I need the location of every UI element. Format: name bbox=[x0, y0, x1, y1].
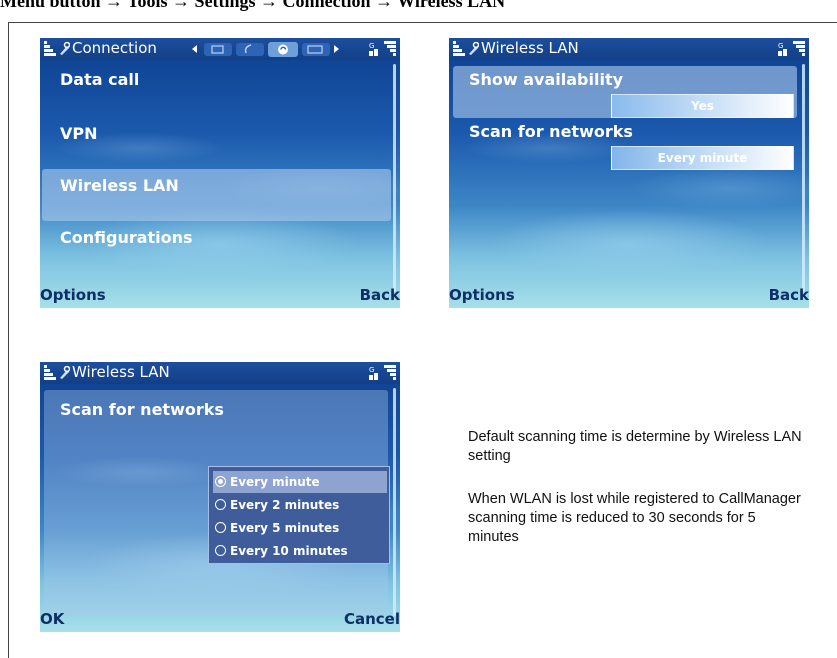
menu-item-wireless-lan[interactable]: Wireless LAN bbox=[60, 176, 179, 195]
scan-for-networks-screen: Wireless LAN G Scan for networks Every m… bbox=[40, 362, 400, 632]
menu-item-data-call[interactable]: Data call bbox=[60, 70, 139, 89]
svg-text:G: G bbox=[369, 42, 374, 50]
setting-label-show-availability[interactable]: Show availability bbox=[469, 70, 623, 89]
radio-unselected-icon bbox=[215, 522, 226, 533]
note-default-scanning: Default scanning time is determine by Wi… bbox=[468, 429, 802, 464]
screen-title: Wireless LAN bbox=[72, 363, 170, 381]
scan-interval-options-list: Every minute Every 2 minutes Every 5 min… bbox=[208, 466, 390, 564]
wireless-lan-settings-screen: Wireless LAN G Show availability Yes Sca… bbox=[449, 38, 809, 308]
title-bar: Connection G bbox=[40, 38, 400, 60]
title-bar: Wireless LAN G bbox=[40, 362, 400, 384]
battery-icon bbox=[384, 41, 396, 56]
setting-value-scan-for-networks[interactable]: Every minute bbox=[611, 146, 794, 170]
network-indicator-icon: G bbox=[369, 42, 378, 56]
radio-selected-icon bbox=[215, 476, 226, 487]
option-every-minute[interactable]: Every minute bbox=[213, 471, 387, 493]
settings-tools-icon bbox=[60, 366, 70, 379]
title-bar: Wireless LAN G bbox=[449, 38, 809, 60]
right-softkey-cancel[interactable]: Cancel bbox=[344, 610, 400, 632]
option-every-10-minutes[interactable]: Every 10 minutes bbox=[213, 540, 387, 562]
settings-tools-icon bbox=[60, 42, 70, 55]
setting-label-scan-for-networks: Scan for networks bbox=[60, 400, 224, 419]
menu-item-vpn[interactable]: VPN bbox=[60, 124, 98, 143]
scrollbar[interactable] bbox=[802, 64, 805, 292]
connection-screen: Connection G Data call VPN Wireless LAN … bbox=[40, 38, 400, 308]
setting-value-show-availability[interactable]: Yes bbox=[611, 94, 794, 118]
setting-label-scan-for-networks[interactable]: Scan for networks bbox=[469, 122, 633, 141]
svg-text:G: G bbox=[369, 366, 374, 374]
left-softkey-options[interactable]: Options bbox=[40, 286, 106, 308]
left-softkey-ok[interactable]: OK bbox=[40, 610, 64, 632]
svg-text:G: G bbox=[778, 42, 783, 50]
option-every-5-minutes[interactable]: Every 5 minutes bbox=[213, 517, 387, 539]
battery-icon bbox=[384, 365, 396, 380]
scrollbar[interactable] bbox=[393, 388, 396, 616]
tab-navigation[interactable] bbox=[188, 40, 340, 58]
signal-strength-icon bbox=[44, 365, 56, 380]
left-softkey-options[interactable]: Options bbox=[449, 286, 515, 308]
scrollbar[interactable] bbox=[393, 64, 396, 292]
network-indicator-icon: G bbox=[369, 366, 378, 380]
menu-item-configurations[interactable]: Configurations bbox=[60, 228, 193, 247]
screen-title: Wireless LAN bbox=[481, 39, 579, 57]
battery-icon bbox=[793, 41, 805, 56]
network-indicator-icon: G bbox=[778, 42, 787, 56]
note-wlan-lost: When WLAN is lost while registered to Ca… bbox=[468, 491, 801, 545]
signal-strength-icon bbox=[453, 41, 465, 56]
right-softkey-back[interactable]: Back bbox=[769, 286, 809, 308]
navigation-path-heading: Menu button → Tools → Settings → Connect… bbox=[0, 0, 506, 11]
settings-tools-icon bbox=[469, 42, 479, 55]
option-every-2-minutes[interactable]: Every 2 minutes bbox=[213, 494, 387, 516]
screen-title: Connection bbox=[72, 39, 157, 57]
radio-unselected-icon bbox=[215, 545, 226, 556]
radio-unselected-icon bbox=[215, 499, 226, 510]
signal-strength-icon bbox=[44, 41, 56, 56]
right-softkey-back[interactable]: Back bbox=[360, 286, 400, 308]
